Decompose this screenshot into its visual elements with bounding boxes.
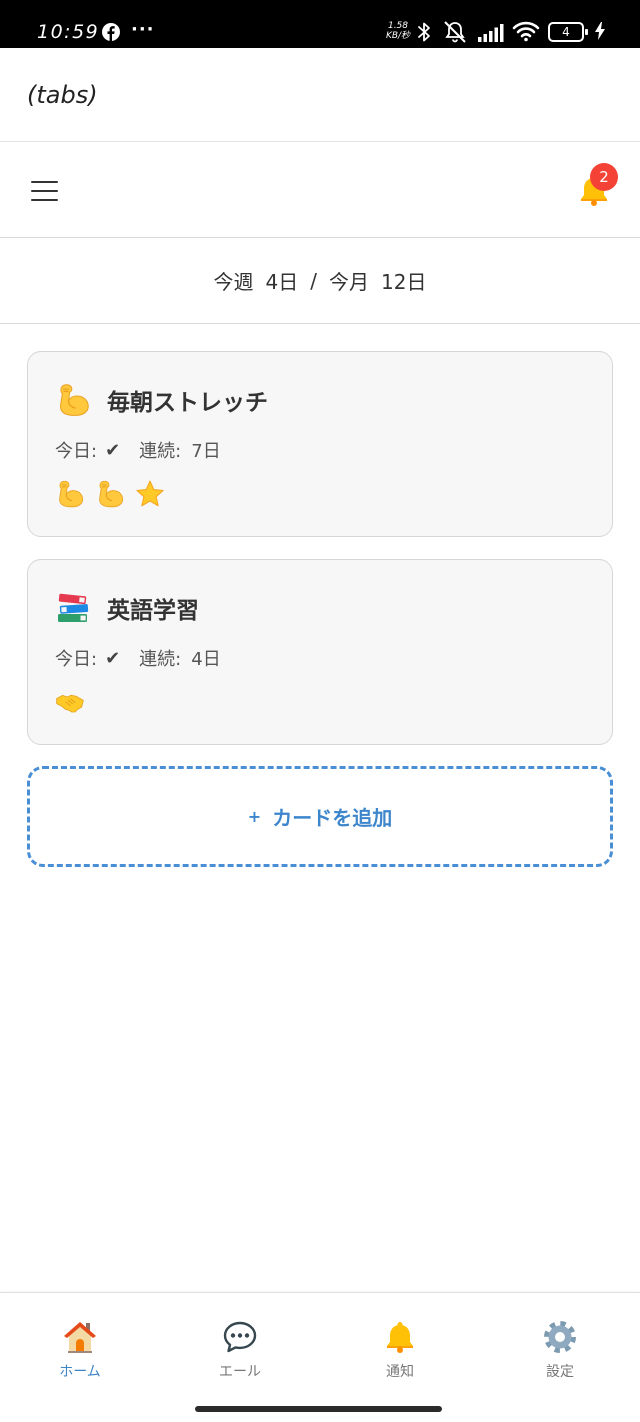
today-label: 今日: xyxy=(55,441,98,462)
battery-icon: 4 xyxy=(548,22,588,42)
more-notifications-indicator: ··· xyxy=(131,19,155,40)
add-card-label: カードを追加 xyxy=(272,806,393,830)
stats-summary: 今週 4日 / 今月 12日 xyxy=(0,238,640,324)
wifi-icon xyxy=(511,20,541,42)
card-stamps xyxy=(55,686,586,718)
today-check-mark: ✔ xyxy=(105,647,121,669)
card-list: 毎朝ストレッチ 今日: ✔ 連続: 7日 英語学習 今日: ✔ 連続: 4日 +… xyxy=(27,351,613,867)
nav-item-cheer[interactable]: エール xyxy=(160,1293,320,1422)
app-header: (tabs) xyxy=(0,48,640,142)
gear-icon xyxy=(542,1319,578,1355)
nav-label: ホーム xyxy=(59,1364,101,1380)
handshake-icon xyxy=(55,687,85,717)
toolbar: 2 xyxy=(0,142,640,238)
network-speed-value: 1.58 xyxy=(387,21,409,31)
app-screen: 10:59 ··· 1.58 KB/秒 4 (tabs) 2 今週 4日 / 今… xyxy=(0,0,640,1422)
streak-value: 7日 xyxy=(191,441,221,462)
star-icon xyxy=(135,479,165,509)
notification-badge: 2 xyxy=(590,163,618,191)
nav-label: 設定 xyxy=(546,1364,574,1380)
menu-button[interactable] xyxy=(20,168,70,214)
habit-card[interactable]: 毎朝ストレッチ 今日: ✔ 連続: 7日 xyxy=(27,351,613,537)
status-time: 10:59 xyxy=(37,21,100,43)
flexed-biceps-icon xyxy=(55,382,91,418)
notifications-button[interactable]: 2 xyxy=(570,163,618,212)
week-label: 今週 xyxy=(213,270,254,294)
streak-label: 連続: xyxy=(139,649,182,670)
bluetooth-icon xyxy=(417,21,431,43)
streak-value: 4日 xyxy=(191,649,221,670)
signal-icon xyxy=(477,23,505,43)
month-days: 12日 xyxy=(381,270,427,294)
page-title: (tabs) xyxy=(27,81,98,109)
month-label: 今月 xyxy=(329,270,370,294)
nav-item-settings[interactable]: 設定 xyxy=(480,1293,640,1422)
network-speed: 1.58 KB/秒 xyxy=(382,21,414,41)
card-meta: 今日: ✔ 連続: 7日 xyxy=(55,438,586,463)
nav-label: 通知 xyxy=(386,1364,414,1380)
today-label: 今日: xyxy=(55,649,98,670)
habit-card[interactable]: 英語学習 今日: ✔ 連続: 4日 xyxy=(27,559,613,745)
card-title: 英語学習 xyxy=(107,598,199,624)
stats-separator: / xyxy=(310,268,318,293)
bell-muted-icon xyxy=(442,20,468,44)
nav-item-home[interactable]: ホーム xyxy=(0,1293,160,1422)
card-header: 毎朝ストレッチ xyxy=(55,380,586,420)
today-check-mark: ✔ xyxy=(105,439,121,461)
nav-item-notifications[interactable]: 通知 xyxy=(320,1293,480,1422)
network-speed-unit: KB/秒 xyxy=(385,31,411,41)
card-stamps xyxy=(55,478,586,510)
hamburger-menu-icon xyxy=(20,168,70,214)
plus-icon: + xyxy=(247,807,262,826)
flexed-biceps-icon xyxy=(95,479,125,509)
books-icon xyxy=(55,590,91,626)
nav-label: エール xyxy=(219,1364,261,1380)
bell-icon xyxy=(382,1319,418,1355)
battery-level: 4 xyxy=(562,25,570,39)
charging-icon xyxy=(594,21,606,41)
bottom-nav: ホーム エール 通知 設定 xyxy=(0,1292,640,1422)
house-icon xyxy=(62,1319,98,1355)
card-title: 毎朝ストレッチ xyxy=(107,390,268,416)
flexed-biceps-icon xyxy=(55,479,85,509)
streak-label: 連続: xyxy=(139,441,182,462)
facebook-icon xyxy=(102,23,120,41)
card-header: 英語学習 xyxy=(55,588,586,628)
add-card-button[interactable]: + カードを追加 xyxy=(27,766,613,867)
home-indicator[interactable] xyxy=(195,1406,442,1412)
card-meta: 今日: ✔ 連続: 4日 xyxy=(55,646,586,671)
speech-balloon-icon xyxy=(222,1319,258,1355)
status-bar: 10:59 ··· 1.58 KB/秒 4 xyxy=(0,0,640,48)
week-days: 4日 xyxy=(265,270,299,294)
